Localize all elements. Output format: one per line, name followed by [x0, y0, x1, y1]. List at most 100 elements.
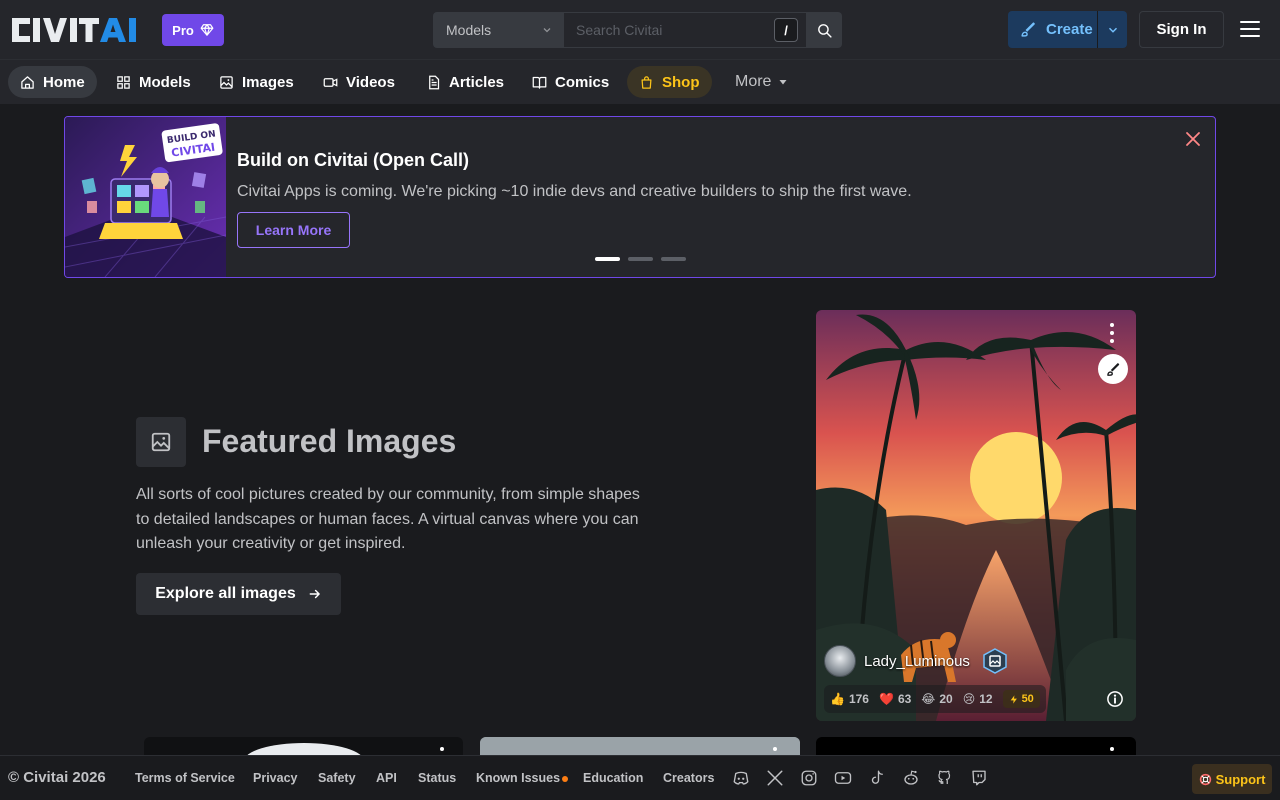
pagination-dot[interactable] — [628, 257, 653, 261]
known-issues-indicator — [562, 776, 568, 782]
author-username[interactable]: Lady_Luminous — [864, 653, 970, 670]
search-button[interactable] — [806, 12, 842, 48]
nav-item-articles[interactable]: Articles — [414, 66, 516, 98]
nav-more-label: More — [735, 73, 772, 90]
book-icon — [532, 76, 547, 89]
footer-link-known-issues[interactable]: Known Issues — [476, 771, 560, 785]
image-card-peek[interactable] — [480, 737, 800, 757]
civitai-logo[interactable] — [12, 14, 152, 46]
pagination-dot[interactable] — [661, 257, 686, 261]
explore-label: Explore all images — [155, 585, 296, 602]
menu-icon[interactable] — [1240, 20, 1260, 38]
image-card-peek[interactable] — [144, 737, 463, 757]
image-card-peek-preview — [1110, 747, 1114, 751]
reaction-count: 20 — [939, 692, 953, 706]
youtube-icon[interactable] — [834, 769, 852, 787]
civitai-logo-icon — [12, 18, 136, 42]
image-icon — [151, 432, 171, 452]
info-icon[interactable] — [1106, 690, 1124, 708]
reaction-laugh[interactable]: 😂 20 — [921, 692, 952, 706]
announcement-banner: BUILD ON CIVITAI Build on Civitai (Open … — [64, 116, 1216, 278]
x-twitter-icon[interactable] — [766, 769, 784, 787]
remix-button[interactable] — [1098, 354, 1128, 384]
avatar[interactable] — [824, 645, 856, 677]
footer-link-api[interactable]: API — [376, 771, 397, 785]
lifebuoy-icon — [1199, 773, 1211, 785]
image-card-peek-preview — [245, 743, 444, 757]
more-options-icon[interactable] — [1106, 322, 1118, 344]
reaction-cry[interactable]: 😢 12 — [963, 692, 993, 706]
pagination-dot[interactable] — [595, 257, 620, 261]
search-shortcut-key: / — [774, 18, 798, 42]
banner-illustration: BUILD ON CIVITAI — [65, 117, 226, 277]
brush-icon — [1106, 362, 1119, 376]
nav-item-models[interactable]: Models — [104, 66, 203, 98]
reaction-bar: 👍 176 ❤️ 63 😂 20 😢 12 50 — [824, 685, 1046, 713]
footer-link-safety[interactable]: Safety — [318, 771, 356, 785]
nav-label: Videos — [346, 73, 395, 91]
main-nav: Home Models Images Videos Articles Comic… — [0, 60, 1280, 104]
search-bar: Models / — [433, 12, 842, 48]
search-category-select[interactable]: Models — [433, 12, 564, 48]
search-input[interactable] — [564, 13, 806, 47]
nav-label: Comics — [555, 73, 610, 91]
featured-description: All sorts of cool pictures created by ou… — [136, 486, 640, 552]
close-icon[interactable] — [1185, 131, 1201, 147]
nav-item-images[interactable]: Images — [207, 66, 306, 98]
heart-icon: ❤️ — [878, 692, 894, 706]
footer-link-education[interactable]: Education — [583, 771, 643, 785]
pro-button[interactable]: Pro — [162, 14, 224, 46]
video-icon — [323, 77, 338, 87]
footer-link-privacy[interactable]: Privacy — [253, 771, 297, 785]
arrow-right-icon — [309, 589, 320, 599]
banner-description: Civitai Apps is coming. We're picking ~1… — [237, 183, 912, 200]
sign-in-button[interactable]: Sign In — [1139, 11, 1224, 48]
reaction-heart[interactable]: ❤️ 63 — [879, 692, 911, 706]
instagram-icon[interactable] — [800, 769, 818, 787]
featured-title: Featured Images — [202, 423, 457, 459]
pro-label: Pro — [172, 22, 194, 38]
buzz-count: 50 — [1021, 693, 1034, 705]
reaction-count: 176 — [848, 692, 869, 706]
nav-item-home[interactable]: Home — [8, 66, 97, 98]
search-input-wrap: / — [564, 12, 806, 48]
search-category-label: Models — [446, 22, 492, 38]
featured-image-card[interactable]: Lady_Luminous 👍 176 ❤️ 63 😂 20 😢 12 50 — [816, 310, 1136, 721]
learn-more-button[interactable]: Learn More — [237, 212, 350, 248]
twitch-icon[interactable] — [970, 769, 988, 787]
grid-icon — [117, 75, 130, 89]
footer: © Civitai 2026 Terms of Service Privacy … — [0, 755, 1280, 800]
tiktok-icon[interactable] — [868, 769, 886, 787]
nav-label: Images — [242, 73, 294, 91]
nav-label: Articles — [449, 73, 505, 91]
nav-more-button[interactable]: More — [723, 66, 801, 98]
nav-item-shop[interactable]: Shop — [627, 66, 712, 98]
search-icon — [817, 23, 832, 38]
create-button[interactable]: Create — [1008, 11, 1098, 48]
brush-icon — [1021, 22, 1035, 37]
chevron-down-icon — [543, 28, 551, 33]
article-icon — [429, 75, 440, 89]
reaction-like[interactable]: 👍 176 — [830, 692, 869, 706]
explore-all-images-button[interactable]: Explore all images — [136, 573, 341, 615]
discord-icon[interactable] — [732, 769, 750, 787]
support-button[interactable]: Support — [1192, 764, 1272, 794]
footer-link-terms[interactable]: Terms of Service — [135, 771, 235, 785]
footer-link-status[interactable]: Status — [418, 771, 456, 785]
footer-link-creators[interactable]: Creators — [663, 771, 714, 785]
reddit-icon[interactable] — [902, 769, 920, 787]
create-dropdown-button[interactable] — [1098, 23, 1127, 37]
image-card-peek-preview — [480, 737, 800, 757]
home-icon — [21, 75, 34, 89]
nav-item-videos[interactable]: Videos — [311, 66, 407, 98]
shopping-bag-icon — [641, 75, 652, 89]
buzz-tip[interactable]: 50 — [1002, 690, 1040, 708]
create-label: Create — [1046, 21, 1093, 38]
github-icon[interactable] — [936, 769, 954, 787]
bolt-icon — [1010, 694, 1017, 704]
nav-label: Home — [43, 73, 85, 91]
card-author[interactable]: Lady_Luminous — [824, 645, 1008, 677]
image-card-peek[interactable] — [816, 737, 1136, 757]
caret-down-icon — [779, 80, 787, 85]
nav-item-comics[interactable]: Comics — [520, 66, 621, 98]
